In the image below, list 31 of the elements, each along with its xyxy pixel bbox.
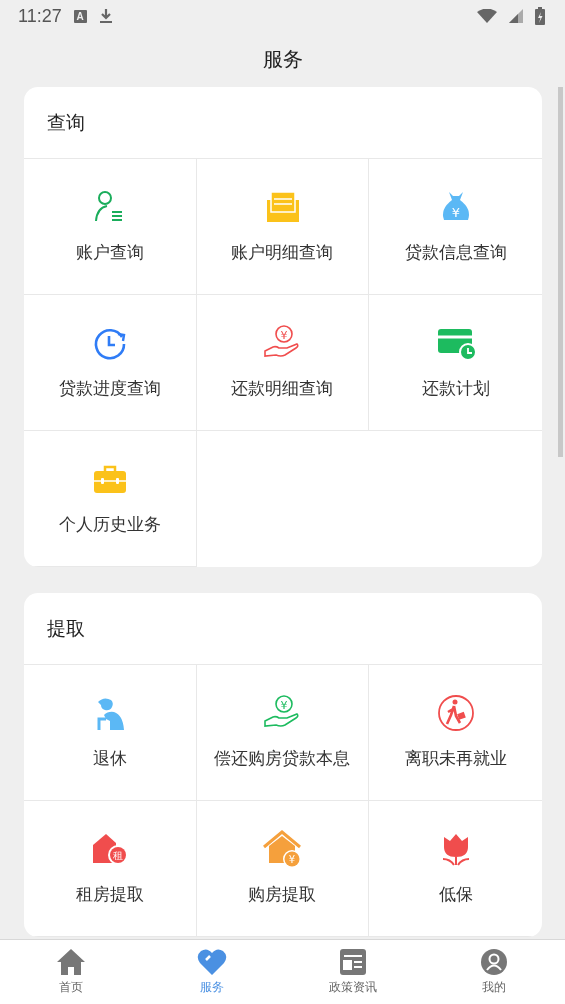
section-title: 提取 — [47, 615, 85, 641]
profile-icon — [480, 948, 509, 976]
notification-icon: A — [73, 9, 87, 23]
heart-icon — [196, 948, 227, 976]
service-item[interactable]: ¥ 偿还购房贷款本息 — [196, 665, 370, 801]
status-time: 11:27 — [18, 5, 62, 27]
walking-person-icon — [435, 693, 476, 733]
service-item[interactable]: 个人历史业务 — [24, 431, 197, 567]
page-title: 服务 — [262, 46, 303, 73]
nav-tab[interactable]: 服务 — [141, 940, 283, 1004]
service-item[interactable]: 贷款进度查询 — [24, 295, 197, 431]
signal-icon — [509, 9, 523, 23]
service-item[interactable]: 离职未再就业 — [369, 665, 542, 801]
service-item[interactable]: 账户查询 — [24, 159, 197, 295]
news-icon — [339, 948, 368, 976]
nav-tab[interactable]: 我的 — [423, 940, 565, 1004]
battery-icon — [535, 7, 545, 25]
service-item[interactable]: ¥ 还款明细查询 — [196, 295, 370, 431]
nav-tab[interactable]: 政策资讯 — [282, 940, 424, 1004]
service-item[interactable]: ¥ 贷款信息查询 — [369, 159, 542, 295]
nav-tab[interactable]: 首页 — [0, 940, 142, 1004]
service-item[interactable]: 退休 — [24, 665, 197, 801]
download-icon — [98, 8, 113, 24]
wifi-icon — [477, 9, 497, 23]
home-icon — [55, 948, 86, 976]
service-item[interactable]: 租 租房提取 — [24, 801, 197, 937]
section-title: 查询 — [47, 109, 85, 135]
service-item[interactable]: 还款计划 — [369, 295, 542, 431]
service-item[interactable]: ¥ 购房提取 — [196, 801, 370, 937]
service-item[interactable]: 账户明细查询 — [196, 159, 370, 295]
service-item[interactable]: 低保 — [369, 801, 542, 937]
